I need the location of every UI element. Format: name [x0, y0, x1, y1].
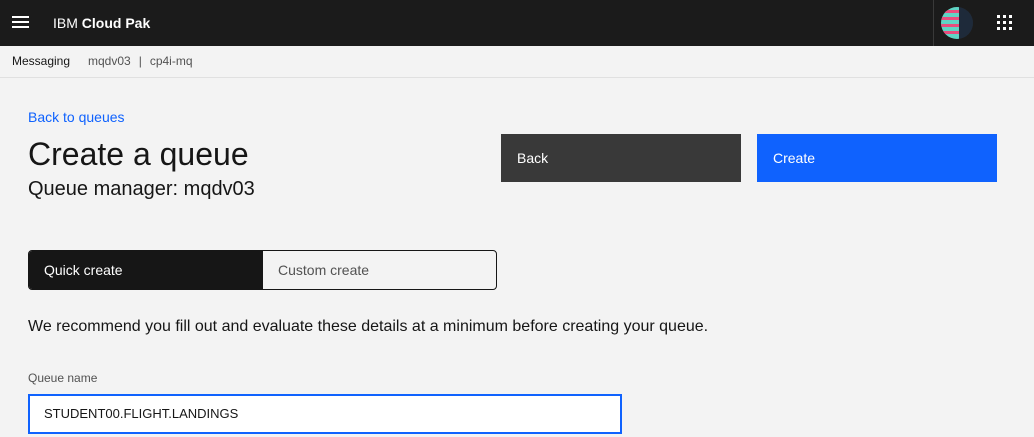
create-button[interactable]: Create — [757, 134, 997, 182]
top-header: IBM Cloud Pak — [0, 0, 1034, 46]
queue-name-input[interactable]: STUDENT00.FLIGHT.LANDINGS — [28, 394, 622, 434]
breadcrumb-separator: | — [138, 54, 142, 68]
page-title: Create a queue — [28, 136, 249, 172]
header-divider — [933, 0, 934, 46]
breadcrumb-instance: mqdv03 — [88, 54, 131, 68]
back-to-queues-link[interactable]: Back to queues — [28, 109, 125, 125]
back-button[interactable]: Back — [501, 134, 741, 182]
queue-name-label: Queue name — [28, 371, 98, 385]
product-brand[interactable]: IBM Cloud Pak — [53, 14, 150, 32]
tab-custom-create[interactable]: Custom create — [262, 251, 496, 289]
page-subtitle: Queue manager: mqdv03 — [28, 178, 255, 200]
create-mode-switcher: Quick create Custom create — [28, 250, 497, 290]
tab-quick-create[interactable]: Quick create — [29, 251, 262, 289]
hamburger-menu-icon[interactable] — [12, 15, 29, 29]
brand-name: Cloud Pak — [81, 15, 151, 31]
breadcrumb-context: mqdv03 | cp4i-mq — [88, 54, 193, 68]
breadcrumb-namespace: cp4i-mq — [149, 54, 193, 68]
helper-text: We recommend you fill out and evaluate t… — [28, 318, 709, 335]
app-switcher-grid-icon[interactable] — [997, 15, 1013, 31]
breadcrumb-root[interactable]: Messaging — [12, 54, 70, 68]
breadcrumb: Messaging mqdv03 | cp4i-mq — [0, 46, 1034, 78]
user-avatar-icon[interactable] — [941, 7, 973, 39]
brand-prefix: IBM — [53, 15, 78, 31]
